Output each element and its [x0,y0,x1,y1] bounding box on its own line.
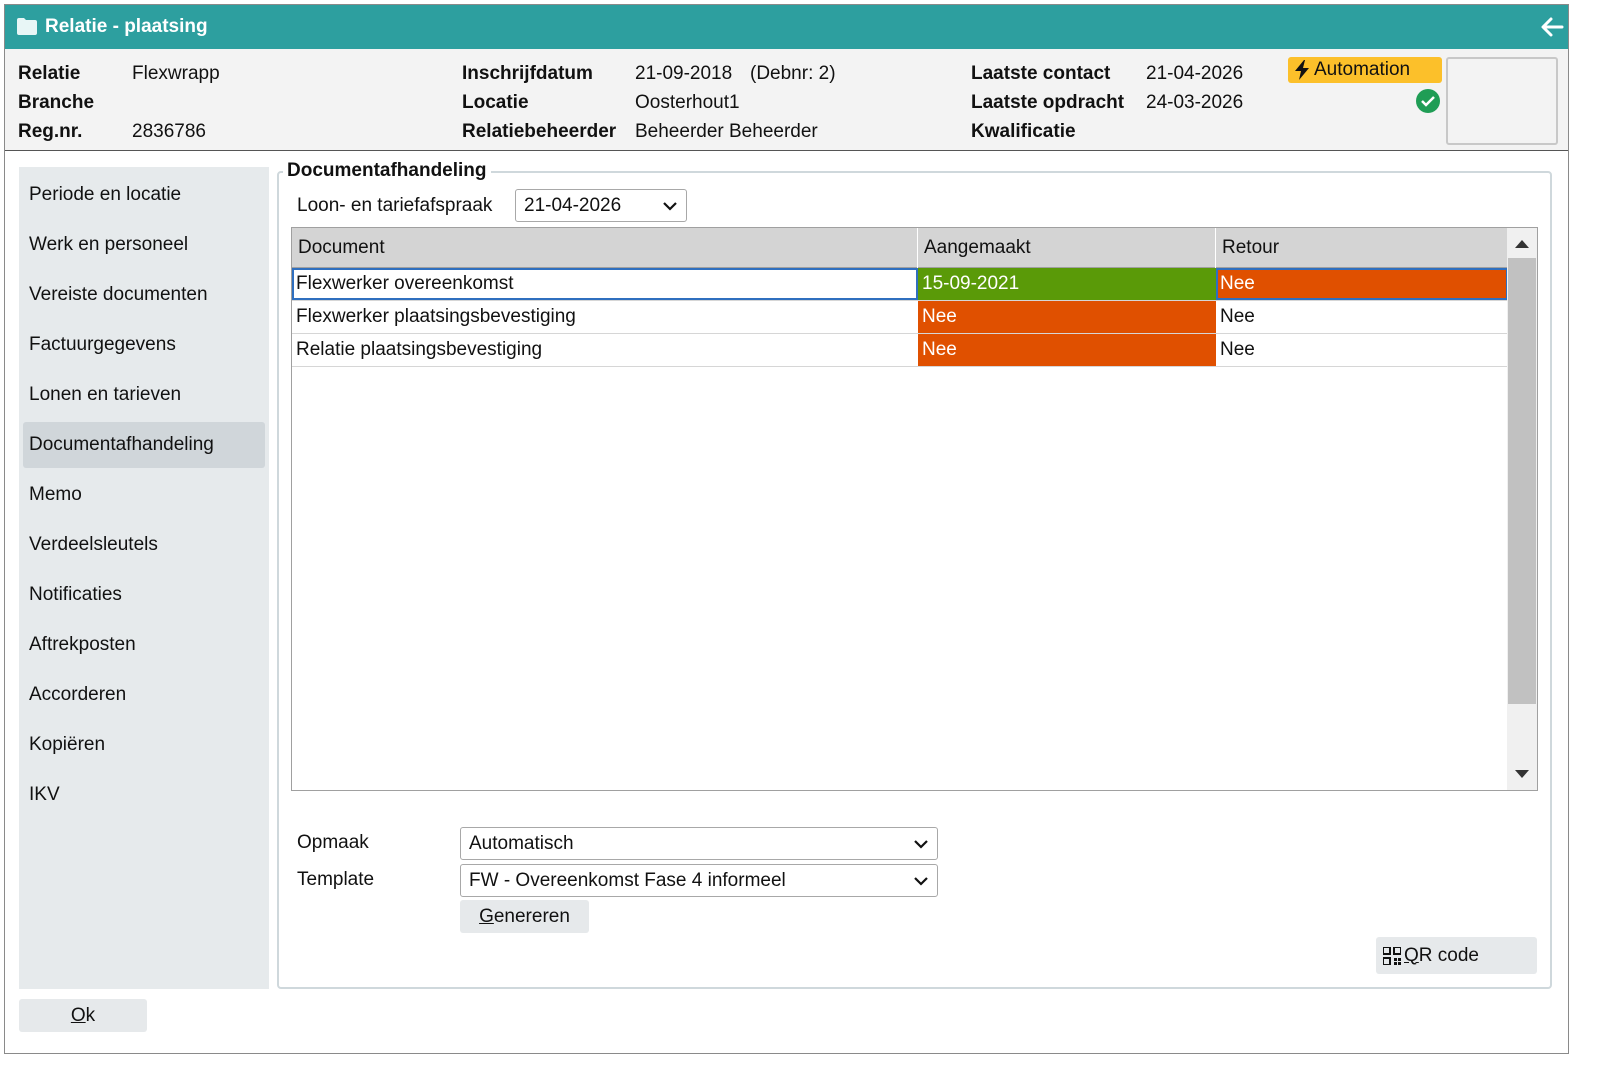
check-circle-icon [1416,89,1440,113]
relatiebeheerder-label: Relatiebeheerder [462,121,617,142]
column-header-retour[interactable]: Retour [1216,228,1508,268]
qr-code-icon [1383,946,1401,965]
afspraak-value: 21-04-2026 [524,194,622,216]
sidebar-item-label: Documentafhandeling [29,434,214,455]
chevron-down-icon [914,840,928,849]
title-bar: Relatie - plaatsing [5,5,1568,49]
regnr-value: 2836786 [132,121,206,142]
laatste-opdracht-value: 24-03-2026 [1146,92,1244,113]
sidebar-item-periode-en-locatie[interactable]: Periode en locatie [23,172,265,218]
sidebar-item-label: Kopiëren [29,734,106,755]
relatie-label: Relatie [18,63,81,84]
regnr-label: Reg.nr. [18,121,83,142]
sidebar-item-factuurgegevens[interactable]: Factuurgegevens [23,322,265,368]
relatiebeheerder-value: Beheerder Beheerder [635,121,818,142]
sidebar-item-ikv[interactable]: IKV [23,772,265,818]
locatie-value: Oosterhout1 [635,92,740,113]
folder-icon [17,18,37,35]
sidebar-item-label: Werk en personeel [29,234,189,255]
automation-badge[interactable]: Automation [1288,57,1442,83]
genereren-mnemonic: G [479,905,494,927]
grid-header: Document Aangemaakt Retour [292,228,1508,268]
opmaak-label: Opmaak [297,832,369,853]
cell-document: Flexwerker overeenkomst [292,268,918,300]
afspraak-label: Loon- en tariefafspraak [297,195,493,216]
sidebar-item-label: Aftrekposten [29,634,136,655]
locatie-label: Locatie [462,92,529,113]
sidebar-item-label: IKV [29,784,60,805]
sidebar-item-label: Periode en locatie [29,184,182,205]
sidebar-item-label: Verdeelsleutels [29,534,158,555]
opmaak-value: Automatisch [469,832,574,854]
debnr-value: (Debnr: 2) [750,63,836,84]
chevron-down-icon [663,202,677,211]
cell-document: Relatie plaatsingsbevestiging [296,339,543,360]
column-header-aangemaakt[interactable]: Aangemaakt [918,228,1216,268]
genereren-label: enereren [493,905,570,927]
laatste-contact-label: Laatste contact [971,63,1111,84]
sidebar-item-memo[interactable]: Memo [23,472,265,518]
relatie-value: Flexwrapp [132,63,220,84]
template-select[interactable]: FW - Overeenkomst Fase 4 informeel [460,864,938,897]
ok-label: k [85,1004,96,1026]
qr-label: R code [1418,944,1479,966]
cell-aangemaakt: 15-09-2021 [918,268,1216,300]
kwalificatie-label: Kwalificatie [971,121,1076,142]
window-title: Relatie - plaatsing [45,16,208,37]
table-row[interactable]: Flexwerker plaatsingsbevestiging Nee Nee [292,301,1508,334]
lightning-icon [1295,60,1309,80]
branche-label: Branche [18,92,95,113]
sidebar-item-kopieren[interactable]: Kopiëren [23,722,265,768]
opmaak-select[interactable]: Automatisch [460,827,938,860]
grid-scrollbar[interactable] [1507,228,1537,790]
sidebar-item-vereiste-documenten[interactable]: Vereiste documenten [23,272,265,318]
cell-document: Flexwerker plaatsingsbevestiging [296,306,576,327]
sidebar-item-label: Accorderen [29,684,127,705]
sidebar-item-label: Lonen en tarieven [29,384,182,405]
sidebar-item-accorderen[interactable]: Accorderen [23,672,265,718]
chevron-down-icon [914,877,928,886]
sidebar-item-aftrekposten[interactable]: Aftrekposten [23,622,265,668]
template-label: Template [297,869,375,890]
sidebar-item-label: Notificaties [29,584,122,605]
scroll-down-icon[interactable] [1514,769,1530,781]
sidebar-item-label: Memo [29,484,82,505]
cell-aangemaakt: Nee [918,301,1216,333]
column-header-document[interactable]: Document [292,228,918,268]
sidebar-item-verdeelsleutels[interactable]: Verdeelsleutels [23,522,265,568]
qr-mnemonic: Q [1404,944,1419,966]
sidebar-item-notificaties[interactable]: Notificaties [23,572,265,618]
afspraak-select[interactable]: 21-04-2026 [515,189,687,222]
scroll-up-icon[interactable] [1514,237,1530,249]
inschrijfdatum-label: Inschrijfdatum [462,63,593,84]
cell-aangemaakt: Nee [918,334,1216,366]
ok-button[interactable]: Ok [19,999,147,1032]
photo-placeholder[interactable] [1446,57,1558,145]
sidebar-item-lonen-en-tarieven[interactable]: Lonen en tarieven [23,372,265,418]
document-grid: Document Aangemaakt Retour Flexwerker ov… [291,227,1538,791]
template-value: FW - Overeenkomst Fase 4 informeel [469,869,786,891]
relatie-plaatsing-window: Relatie - plaatsing Relatie Flexwrapp Br… [4,4,1569,1054]
qr-code-button[interactable]: QR code [1376,937,1537,974]
ok-mnemonic: O [70,1004,86,1026]
sidebar-item-label: Vereiste documenten [29,284,208,305]
panel-legend: Documentafhandeling [283,160,491,182]
sidebar-nav: Periode en locatie Werk en personeel Ver… [19,167,269,989]
cell-retour: Nee [1220,339,1255,360]
inschrijfdatum-value: 21-09-2018 [635,63,733,84]
scrollbar-thumb[interactable] [1508,258,1536,704]
cell-retour: Nee [1220,306,1255,327]
table-row[interactable]: Flexwerker overeenkomst 15-09-2021 Nee [292,268,1508,301]
table-row[interactable]: Relatie plaatsingsbevestiging Nee Nee [292,334,1508,367]
back-arrow-icon[interactable] [1538,13,1566,41]
cell-retour: Nee [1216,268,1508,300]
sidebar-item-label: Factuurgegevens [29,334,176,355]
sidebar-item-werk-en-personeel[interactable]: Werk en personeel [23,222,265,268]
laatste-contact-value: 21-04-2026 [1146,63,1244,84]
genereren-button[interactable]: Genereren [460,900,589,933]
laatste-opdracht-label: Laatste opdracht [971,92,1125,113]
automation-label: Automation [1314,59,1411,80]
relation-header: Relatie Flexwrapp Branche Reg.nr. 283678… [5,49,1568,151]
sidebar-item-documentafhandeling[interactable]: Documentafhandeling [23,422,265,468]
